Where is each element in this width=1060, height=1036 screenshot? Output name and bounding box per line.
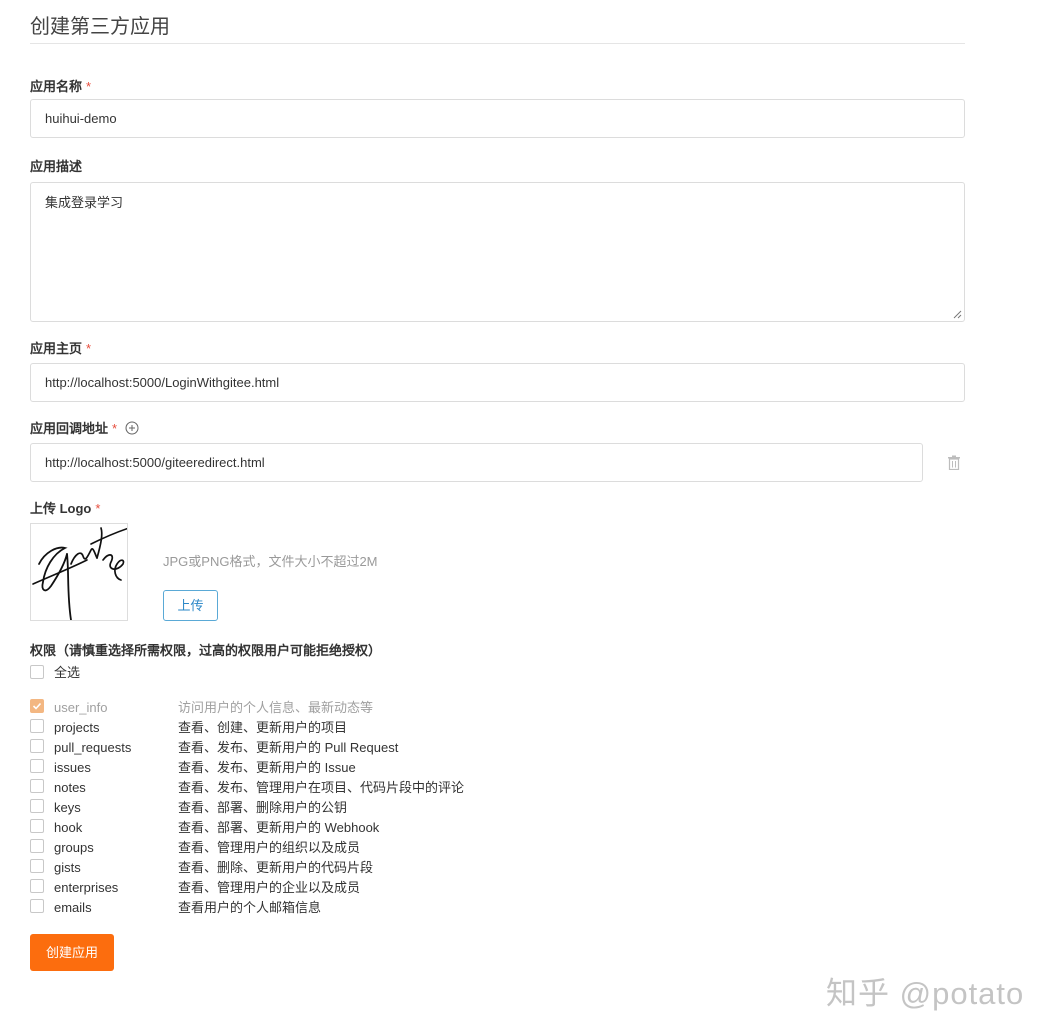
scope-name: user_info [54,700,108,715]
app-callback-label: 应用回调地址 * [30,420,139,438]
select-all-checkbox[interactable] [30,665,44,679]
app-description-value: 集成登录学习 [45,195,124,210]
scope-name: keys [54,800,81,815]
upload-button[interactable]: 上传 [163,590,218,621]
app-name-label-text: 应用名称 [30,79,83,94]
app-description-label-text: 应用描述 [30,159,83,174]
app-description-label: 应用描述 [30,158,82,176]
logo-label: 上传 Logo * [30,500,100,518]
scope-desc: 查看、发布、管理用户在项目、代码片段中的评论 [178,780,465,795]
app-homepage-label-text: 应用主页 [30,341,83,356]
scope-checkbox[interactable] [30,739,44,753]
app-name-value: huihui-demo [45,111,117,126]
scope-name: pull_requests [54,740,132,755]
app-description-textarea[interactable]: 集成登录学习 [30,182,965,322]
scope-desc: 查看、删除、更新用户的代码片段 [178,860,374,875]
scope-checkbox [30,699,44,713]
resize-grip-icon[interactable] [953,310,962,319]
scope-desc: 查看、部署、删除用户的公钥 [178,800,348,815]
scope-checkbox[interactable] [30,799,44,813]
app-callback-input[interactable]: http://localhost:5000/giteeredirect.html [30,443,923,482]
scope-desc: 查看、创建、更新用户的项目 [178,720,348,735]
scope-desc: 查看用户的个人邮箱信息 [178,900,322,915]
scope-checkbox[interactable] [30,879,44,893]
app-homepage-input[interactable]: http://localhost:5000/LoginWithgitee.htm… [30,363,965,402]
logo-preview [30,523,130,621]
scope-checkbox[interactable] [30,819,44,833]
scope-name: hook [54,820,83,835]
scope-desc: 访问用户的个人信息、最新动态等 [178,700,374,715]
required-mark: * [95,501,101,516]
required-mark: * [86,79,92,94]
logo-label-text: 上传 Logo [30,501,92,516]
scope-desc: 查看、管理用户的企业以及成员 [178,880,361,895]
scope-checkbox[interactable] [30,899,44,913]
signature-logo-image [32,527,130,621]
app-callback-label-text: 应用回调地址 [30,421,109,436]
scope-name: groups [54,840,94,855]
app-name-label: 应用名称 * [30,78,91,96]
select-all-label: 全选 [54,665,81,680]
trash-icon[interactable] [947,455,961,470]
scope-desc: 查看、发布、更新用户的 Issue [178,760,356,775]
page-title: 创建第三方应用 [30,16,170,38]
app-homepage-label: 应用主页 * [30,340,91,358]
check-icon [32,702,42,710]
scope-name: issues [54,760,91,775]
app-homepage-value: http://localhost:5000/LoginWithgitee.htm… [45,375,280,390]
scope-checkbox[interactable] [30,719,44,733]
watermark: 知乎 @potato [826,976,1025,1011]
scope-name: notes [54,780,86,795]
scope-name: gists [54,860,81,875]
permissions-title: 权限（请慎重选择所需权限，过高的权限用户可能拒绝授权） [30,643,382,658]
scope-checkbox[interactable] [30,779,44,793]
scope-name: enterprises [54,880,119,895]
scope-desc: 查看、部署、更新用户的 Webhook [178,820,380,835]
plus-circle-icon[interactable] [125,421,139,435]
create-app-button[interactable]: 创建应用 [30,934,114,971]
app-callback-value: http://localhost:5000/giteeredirect.html [45,455,265,470]
logo-hint: JPG或PNG格式，文件大小不超过2M [163,554,378,569]
app-name-input[interactable]: huihui-demo [30,99,965,138]
scope-checkbox[interactable] [30,759,44,773]
scope-checkbox[interactable] [30,839,44,853]
required-mark: * [112,421,118,436]
title-divider [30,43,965,44]
required-mark: * [86,341,92,356]
scope-name: emails [54,900,92,915]
scope-checkbox[interactable] [30,859,44,873]
scope-desc: 查看、发布、更新用户的 Pull Request [178,740,399,755]
scope-name: projects [54,720,100,735]
scope-desc: 查看、管理用户的组织以及成员 [178,840,361,855]
